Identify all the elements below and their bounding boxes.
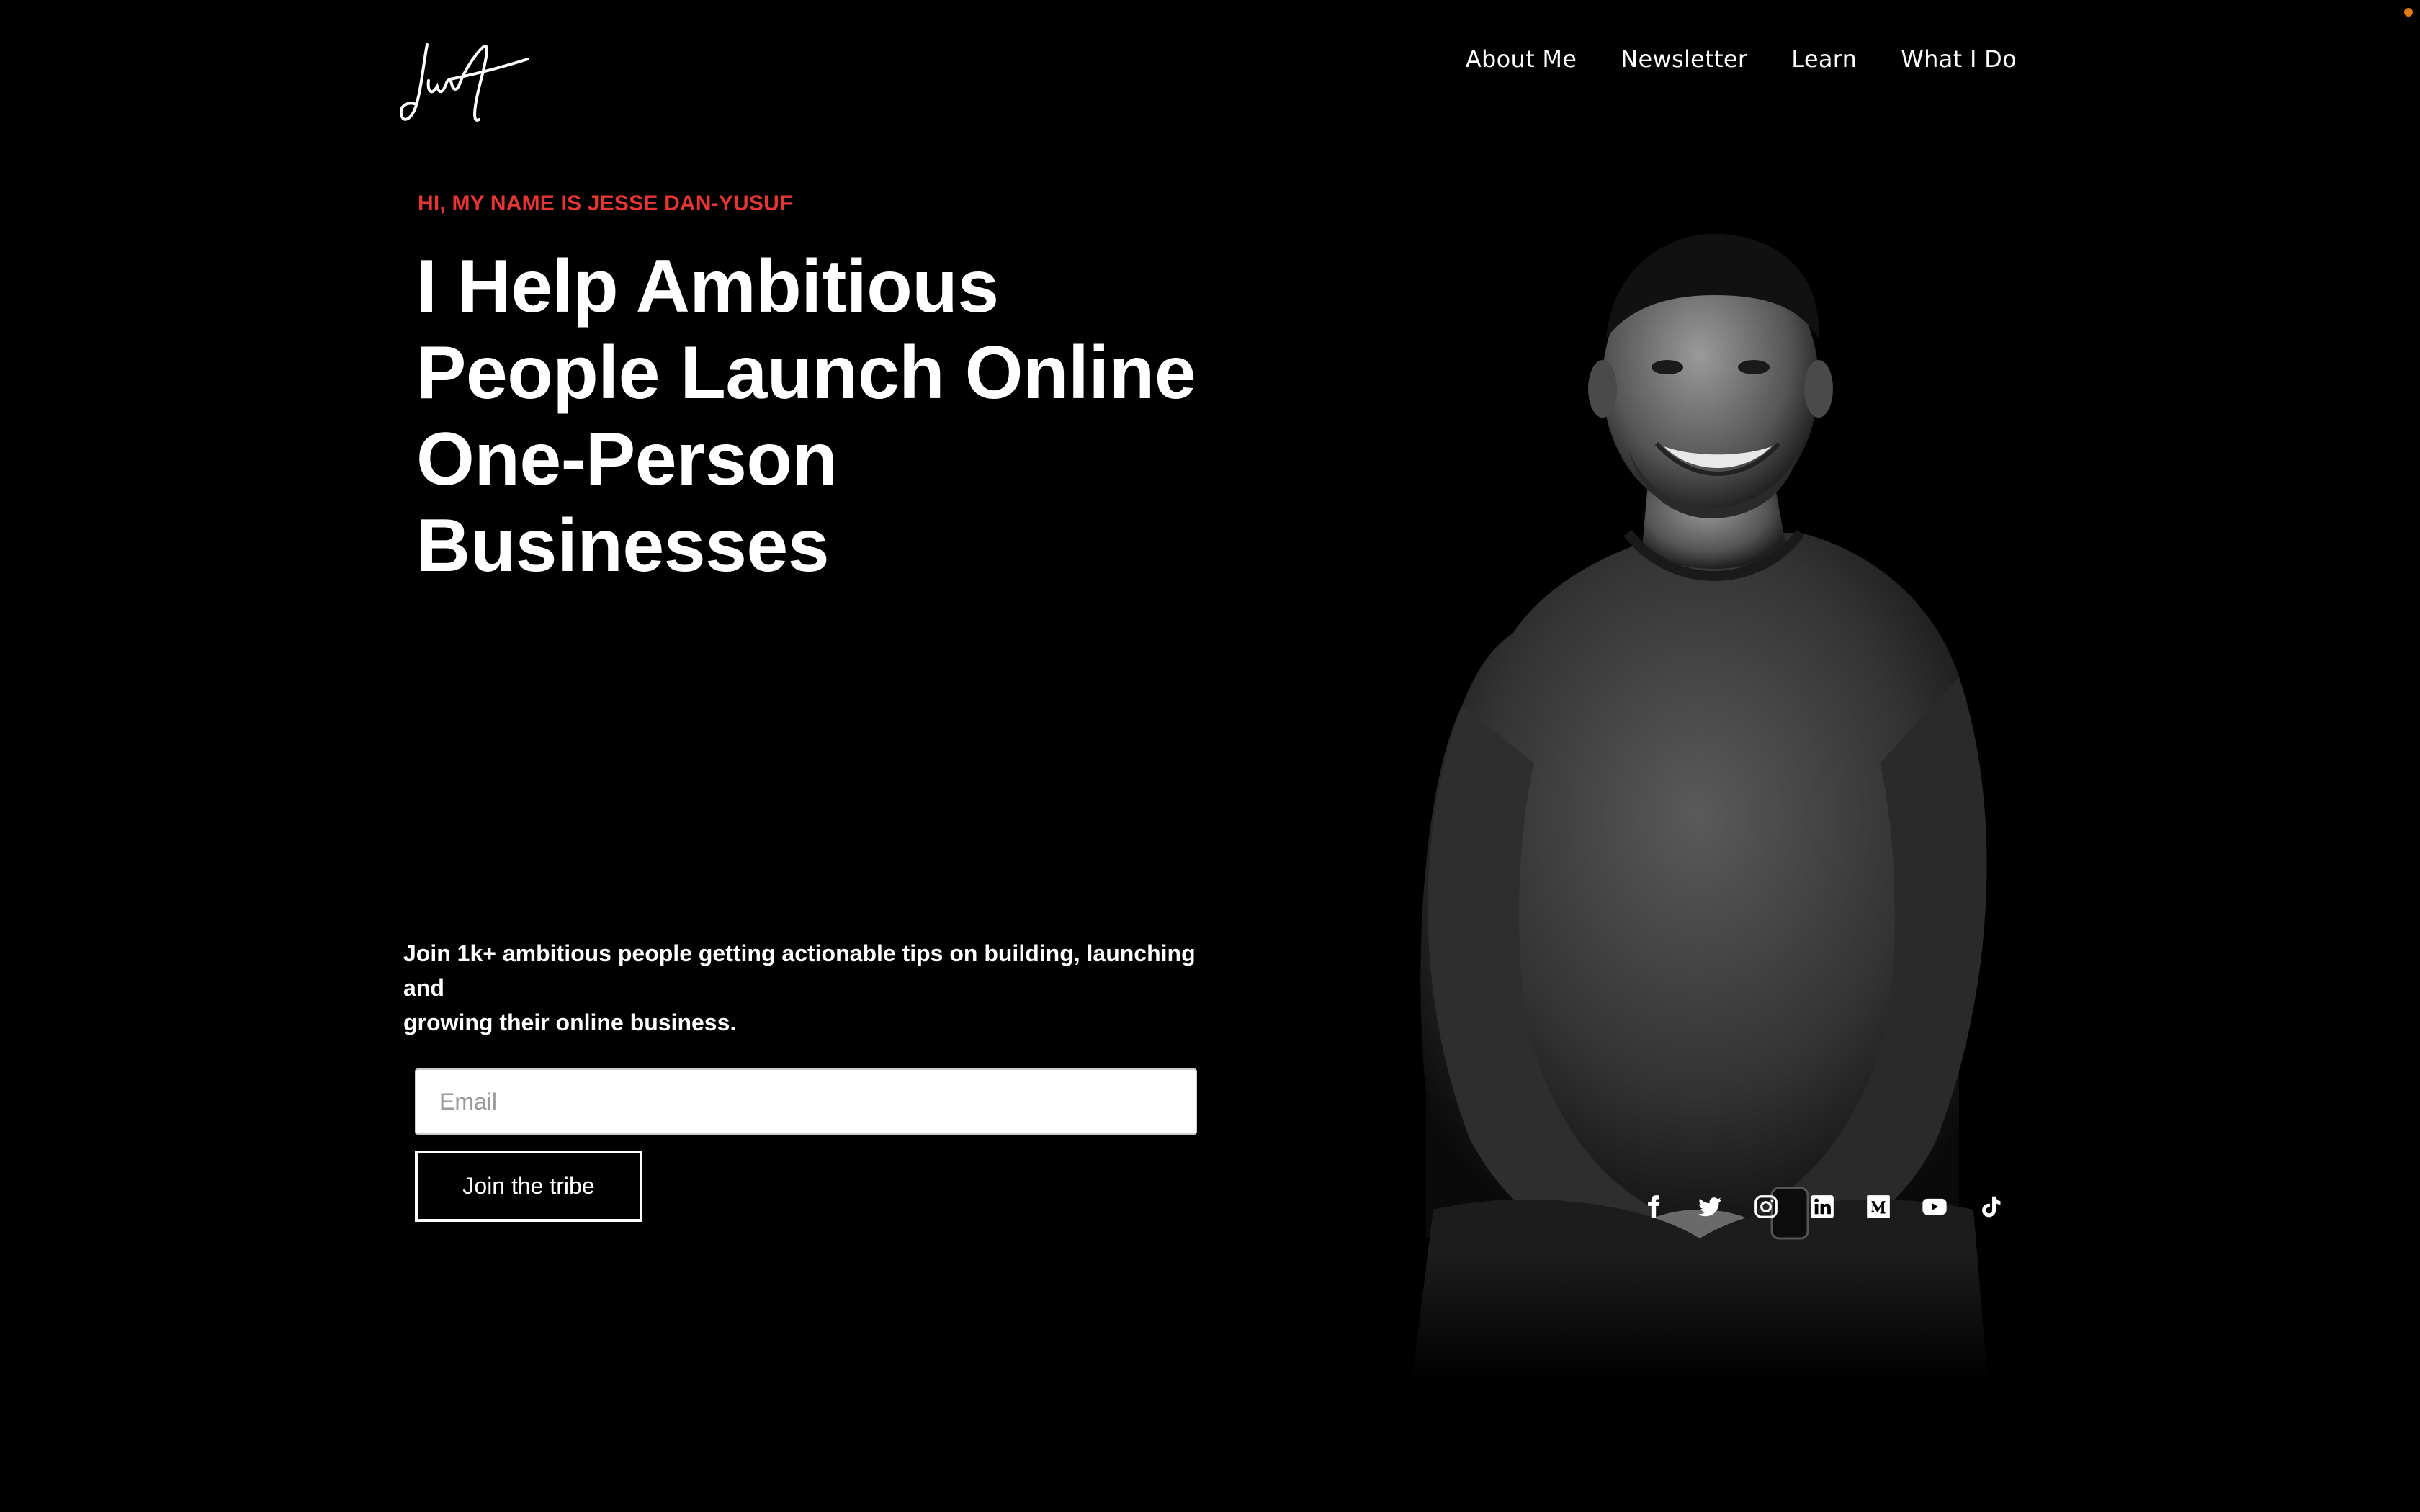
youtube-icon[interactable] [1920,1192,1949,1221]
facebook-icon[interactable] [1639,1192,1668,1221]
signature-logo[interactable] [400,39,529,129]
hero-eyebrow: HI, MY NAME IS JESSE DAN-YUSUF [418,192,793,215]
social-links [1639,1192,2005,1221]
pitch-line: Join 1k+ ambitious people getting action… [403,940,1196,1001]
main-nav: About Me Newsletter Learn What I Do [1466,40,2017,78]
hero-headline: I Help Ambitious People Launch Online On… [416,243,1237,589]
tiktok-icon[interactable] [1976,1192,2005,1221]
email-input[interactable] [415,1068,1197,1135]
newsletter-pitch: Join 1k+ ambitious people getting action… [403,936,1217,1040]
linkedin-icon[interactable] [1808,1192,1837,1221]
notification-dot [2404,8,2413,17]
medium-icon[interactable] [1864,1192,1893,1221]
twitter-icon[interactable] [1695,1192,1724,1221]
headline-line: One-Person [416,418,838,501]
nav-what-i-do[interactable]: What I Do [1901,40,2017,78]
headline-line: People Launch Online [416,331,1196,415]
pitch-line: growing their online business. [403,1009,737,1035]
headline-line: I Help Ambitious [416,245,999,328]
instagram-icon[interactable] [1752,1192,1780,1221]
join-the-tribe-button[interactable]: Join the tribe [415,1151,642,1222]
headline-line: Businesses [416,504,830,588]
nav-newsletter[interactable]: Newsletter [1621,40,1747,78]
nav-about-me[interactable]: About Me [1466,40,1577,78]
nav-learn[interactable]: Learn [1791,40,1857,78]
